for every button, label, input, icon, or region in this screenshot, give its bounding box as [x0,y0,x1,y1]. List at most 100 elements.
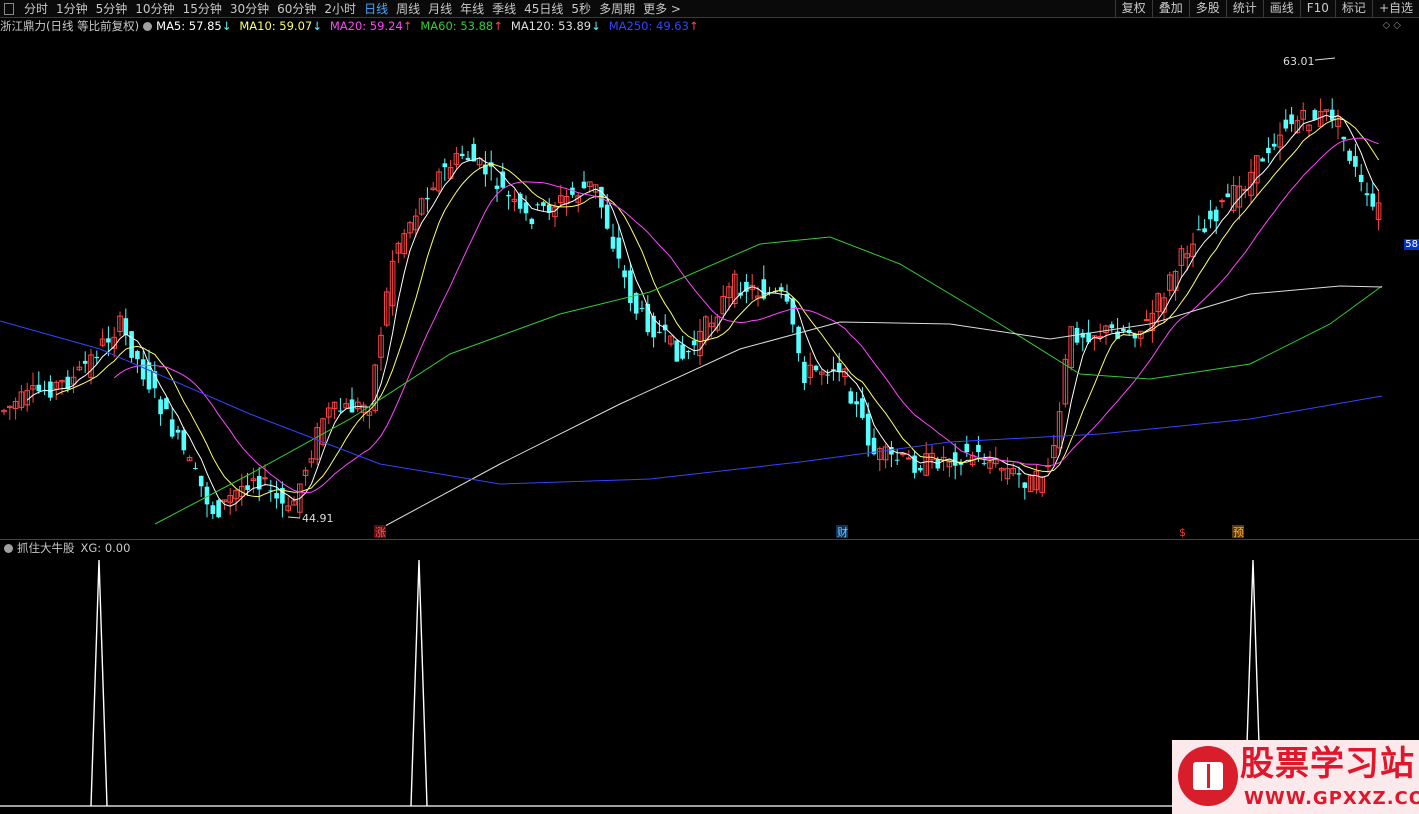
candle-body [523,202,529,214]
candle-body [790,298,796,325]
candle-body [1208,210,1213,220]
stock-title: 浙江鼎力(日线 等比前复权) [0,19,140,33]
ma-legend-item-1: MA10: 59.07↓ [239,19,322,33]
tab-period-13[interactable]: 45日线 [520,1,567,17]
candle-body [36,384,42,392]
candle-body [865,413,871,446]
watermark-url: WWW.GPXXZ.COM [1244,788,1419,809]
candle-body [1219,200,1225,203]
tool-button-3[interactable]: 统计 [1225,0,1263,17]
tab-period-7[interactable]: 2小时 [320,1,360,17]
ma-legend-item-2: MA20: 59.24↑ [329,19,413,33]
candle-body [1109,324,1115,329]
tab-period-9[interactable]: 周线 [392,1,424,17]
candle-body [1341,136,1347,140]
tool-button-4[interactable]: 画线 [1262,0,1300,17]
candle-body [48,381,53,398]
candle-body [129,331,134,358]
candle-body [1266,147,1271,154]
candle-body [216,500,221,518]
candle-body [622,270,627,278]
candle-body [628,270,633,304]
candle-body [1121,328,1126,332]
candle-body [1213,209,1219,222]
candle-body [541,202,546,206]
tool-button-6[interactable]: 标记 [1334,0,1372,17]
tool-button-1[interactable]: 叠加 [1151,0,1189,17]
event-marker-2: $ [1179,526,1186,539]
candle-body [262,477,268,480]
ma-legend-item-3: MA60: 53.88↑ [420,19,503,33]
candle-body [952,452,958,466]
trend-arrow-icon: ↑ [402,19,413,33]
candle-body [1022,482,1028,488]
candle-body [135,351,140,360]
tab-period-8[interactable]: 日线 [360,1,392,17]
tab-period-16[interactable]: 更多 > [639,1,685,17]
candle-body [1225,193,1231,198]
candle-body [848,391,854,404]
candle-body [691,340,697,346]
right-toolbar: 复权 叠加 多股 统计 画线 F10 标记 +自选 [1114,0,1419,17]
candle-body [1260,158,1265,162]
tab-period-1[interactable]: 1分钟 [52,1,92,17]
tab-period-15[interactable]: 多周期 [595,1,639,17]
price-high-pointer [1314,57,1336,61]
candle-body [1364,193,1370,196]
event-marker-1: 财 [837,525,848,539]
watermark-title: 股票学习站 [1240,744,1415,784]
candle-body [1016,473,1022,475]
candlestick-chart[interactable]: 63.01 44.91 涨 财 $ 预 [0,34,1409,539]
signal-spike-0 [90,559,108,807]
tab-period-4[interactable]: 15分钟 [179,1,226,17]
indicator-settings-circle-icon[interactable] [4,543,13,553]
candle-body [465,157,471,161]
candle-body [639,307,645,309]
candle-body [854,401,859,405]
tab-period-5[interactable]: 30分钟 [226,1,273,17]
signal-spike-1 [410,559,428,807]
candle-body [506,194,511,197]
candle-body [94,356,100,359]
tab-period-3[interactable]: 10分钟 [131,1,178,17]
ma20-line [113,137,1379,494]
candle-body [459,153,465,157]
indicator-value: XG: 0.00 [80,541,131,555]
candle-body [442,163,448,168]
panel-toggle-box[interactable] [4,2,14,15]
candle-body [860,398,865,418]
trend-arrow-icon: ↑ [493,19,503,33]
tool-button-0[interactable]: 复权 [1114,0,1152,17]
diamond-icons[interactable]: ◇ ◇ [1382,20,1401,31]
candle-body [616,237,622,259]
candle-body [680,344,685,359]
ma250-line [0,320,1383,485]
tool-button-2[interactable]: 多股 [1188,0,1226,17]
candle-body [802,361,807,384]
tool-button-5[interactable]: F10 [1299,0,1335,17]
tool-button-7[interactable]: +自选 [1371,0,1419,17]
tab-period-10[interactable]: 月线 [424,1,456,17]
candle-body [123,318,129,336]
price-low-label: 44.91 [302,512,334,525]
candle-body [529,218,535,225]
tab-period-12[interactable]: 季线 [488,1,520,17]
watermark-logo: 股票学习站 WWW.GPXXZ.COM [1172,740,1419,814]
candle-body [674,340,680,362]
candle-body [836,362,842,372]
trend-arrow-icon: ↓ [221,19,232,33]
candle-body [1196,229,1202,231]
pane-divider[interactable] [0,539,1419,540]
tab-period-11[interactable]: 年线 [456,1,488,17]
ma-legend: 浙江鼎力(日线 等比前复权) MA5: 57.85↓ MA10: 59.07↓ MA… [0,18,707,34]
candle-body [82,360,88,364]
candle-body [813,365,819,371]
tab-period-0[interactable]: 分时 [20,1,52,17]
ma-legend-item-0: MA5: 57.85↓ [156,19,232,33]
ma10-line [55,118,1380,498]
tab-period-2[interactable]: 5分钟 [92,1,132,17]
ma-legend-items: MA5: 57.85↓ MA10: 59.07↓ MA20: 59.24↑ MA60:… [156,19,706,33]
settings-circle-icon[interactable] [143,21,153,31]
tab-period-14[interactable]: 5秒 [567,1,595,17]
tab-period-6[interactable]: 60分钟 [273,1,320,17]
